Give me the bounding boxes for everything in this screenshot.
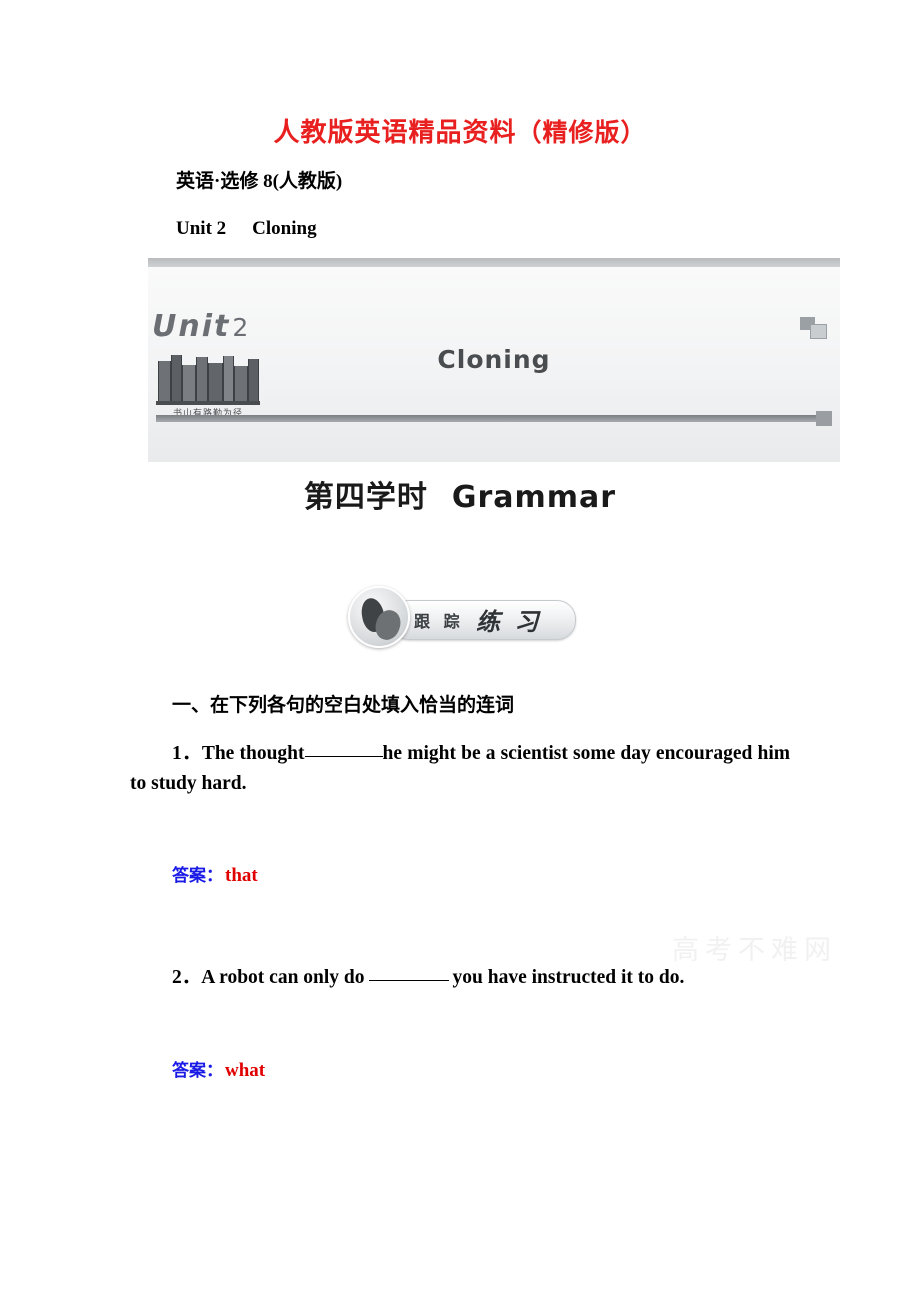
promo-heading-paren: （精修版） (516, 120, 647, 147)
question-2-text-before: A robot can only do (201, 967, 365, 989)
squares-icon (800, 317, 827, 339)
question-2: 2．A robot can only do you have instructed… (130, 963, 790, 993)
banner-title: Cloning (437, 345, 551, 374)
exercise-content: 一、在下列各句的空白处填入恰当的连词 1．The thought he might… (130, 690, 790, 1082)
lesson-period-cn: 第四学时 (303, 480, 428, 515)
question-1-text-before: The thought (201, 743, 305, 764)
unit-label: Unit 2 (176, 218, 227, 239)
answer-2-label: 答案： (172, 1060, 223, 1081)
badge-label-cn: 跟 踪 (414, 612, 464, 631)
question-2-text-after: you have instructed it to do. (452, 967, 685, 989)
question-2-number: 2． (172, 967, 202, 989)
subject-line: 英语·选修 8(人教版) (176, 171, 343, 192)
books-shelf (156, 401, 260, 405)
banner-unit-text: Unit2 (152, 309, 250, 344)
answer-1-label: 答案： (172, 866, 223, 887)
section-heading: 一、在下列各句的空白处填入恰当的连词 (172, 694, 515, 716)
unit-banner: Unit2 书山有路勤为径 Cloning (148, 258, 840, 462)
lesson-title: 第四学时 Grammar (0, 472, 920, 516)
promo-heading: 人教版英语精品资料（精修版） (0, 112, 920, 149)
practice-badge: 跟 踪 练 习 (344, 586, 576, 650)
answer-1-value: that (225, 865, 258, 887)
question-1-number: 1． (172, 743, 202, 764)
banner-body: Unit2 书山有路勤为径 Cloning (148, 267, 840, 462)
answer-2: 答案： what (130, 1056, 790, 1082)
banner-top-bar (148, 258, 840, 267)
question-1-blank[interactable] (304, 756, 383, 757)
lesson-period-en: Grammar (451, 480, 617, 515)
unit-line: Unit 2 Cloning (176, 218, 317, 240)
answer-2-value: what (225, 1059, 266, 1081)
banner-unit-word: Unit (152, 309, 231, 344)
question-1: 1．The thought he might be a scientist som… (130, 739, 790, 799)
banner-divider-cap (816, 411, 832, 426)
promo-heading-main: 人教版英语精品资料 (273, 118, 517, 148)
banner-unit-number: 2 (232, 313, 251, 342)
banner-divider (156, 415, 832, 422)
answer-1: 答案： that (130, 861, 790, 887)
badge-emblem-icon (348, 586, 410, 648)
badge-label-en: 练 习 (476, 607, 542, 636)
unit-title: Cloning (252, 218, 317, 239)
question-2-blank[interactable] (368, 980, 449, 982)
